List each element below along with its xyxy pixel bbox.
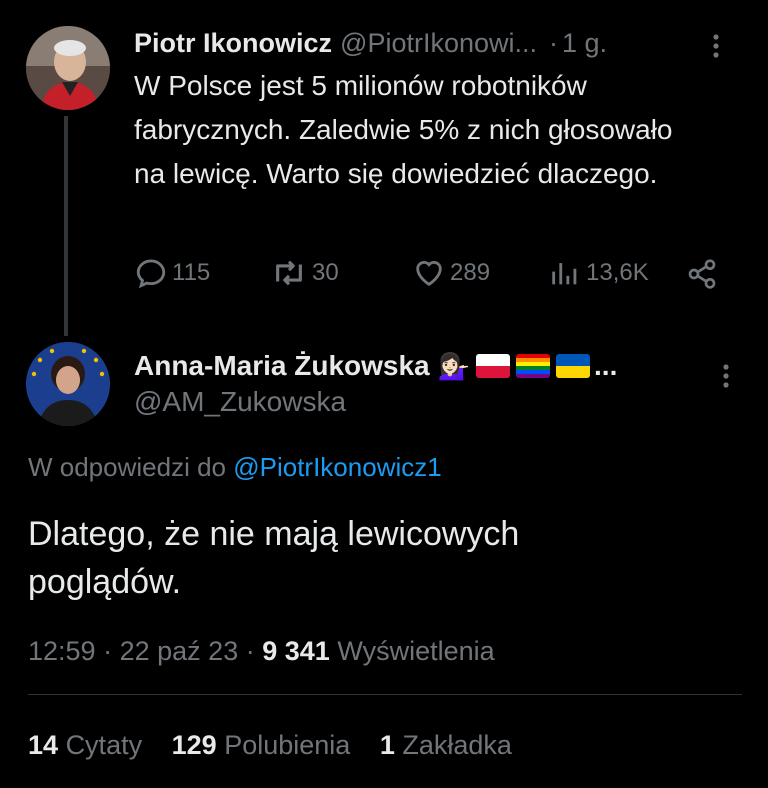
avatar-piotr-image [26, 26, 110, 110]
ukraine-flag-icon [556, 354, 591, 378]
quotes-count: 14 [28, 730, 59, 760]
reply-count: 115 [172, 259, 211, 286]
name-ellipsis: ... [594, 350, 618, 381]
reply-text: Dlatego, że nie mają lewicowych poglądów… [28, 515, 520, 601]
quotes-label: Cytaty [65, 730, 143, 760]
engagement-stats: 14 Cytaty 129 Polubienia 1 Zakładka [28, 730, 512, 761]
replying-to-handle-link[interactable]: @PiotrIkonowicz1 [233, 452, 441, 482]
bookmarks-stat[interactable]: 1 Zakładka [380, 730, 512, 760]
replying-to-line: W odpowiedzi do @PiotrIkonowicz1 [28, 452, 442, 483]
tweet-text: W Polsce jest 5 milionów robotników fabr… [134, 70, 673, 189]
quotes-stat[interactable]: 14 Cytaty [28, 730, 150, 760]
avatar-anna-maria[interactable] [26, 342, 110, 426]
thread-connector-line [64, 116, 68, 336]
views-action[interactable]: 13,6K [548, 256, 649, 290]
share-action[interactable] [686, 258, 718, 295]
reply-views-label: Wyświetlenia [337, 636, 495, 666]
meta-separator: · [103, 636, 113, 666]
likes-stat[interactable]: 129 Polubienia [172, 730, 358, 760]
reply-author-row: Anna-Maria Żukowska 💁🏻‍♀️ ... [134, 348, 694, 384]
tweet-header: Piotr Ikonowicz @PiotrIkonowi... · 1 g. [134, 26, 694, 60]
bookmarks-label: Zakładka [402, 730, 512, 760]
person-tipping-hand-icon: 💁🏻‍♀️ [437, 350, 471, 381]
author-name[interactable]: Piotr Ikonowicz [134, 28, 332, 59]
replying-to-prefix: W odpowiedzi do [28, 452, 226, 482]
reply-author-name[interactable]: Anna-Maria Żukowska [134, 350, 430, 382]
reply-meta: 12:59 · 22 paź 23 · 9 341 Wyświetlenia [28, 636, 495, 667]
retweet-icon [276, 260, 302, 286]
more-options-icon[interactable] [712, 34, 720, 58]
retweet-count: 30 [312, 259, 339, 286]
views-count: 13,6K [586, 259, 649, 286]
likes-count: 129 [171, 730, 217, 760]
reply-author-handle[interactable]: @AM_Zukowska [134, 386, 346, 418]
retweet-action[interactable]: 30 [270, 256, 339, 290]
poland-flag-icon [476, 354, 511, 378]
time-separator: · [549, 27, 559, 58]
tweet-time[interactable]: 1 g. [562, 28, 607, 59]
like-count: 289 [450, 259, 491, 286]
views-icon [552, 263, 577, 285]
avatar-anna-maria-image [26, 342, 110, 426]
rainbow-flag-icon [516, 354, 551, 378]
divider [28, 694, 742, 695]
reply-views-count: 9 341 [262, 636, 330, 666]
author-handle[interactable]: @PiotrIkonowi... [340, 28, 537, 59]
avatar-piotr[interactable] [26, 26, 110, 110]
reply-date[interactable]: 22 paź 23 [120, 636, 239, 666]
likes-label: Polubienia [224, 730, 351, 760]
reply-action[interactable]: 115 [134, 256, 210, 290]
like-action[interactable]: 289 [412, 256, 490, 290]
meta-separator-2: · [245, 636, 255, 666]
reply-time[interactable]: 12:59 [28, 636, 96, 666]
bookmarks-count: 1 [379, 730, 395, 760]
reply-icon [136, 259, 166, 289]
share-icon [688, 259, 716, 289]
tweet-actions: 115 30 289 13,6K [134, 256, 724, 292]
reply-more-options-icon[interactable] [722, 364, 730, 388]
heart-icon [416, 261, 442, 287]
